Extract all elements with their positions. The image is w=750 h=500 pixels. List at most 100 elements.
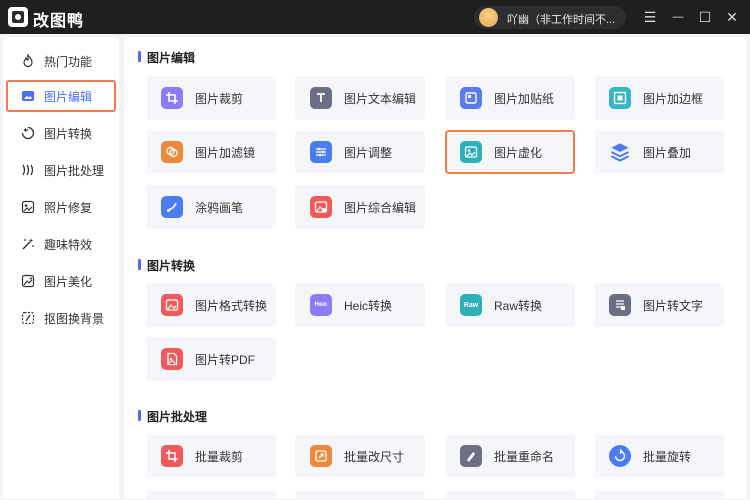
- menu-icon[interactable]: ☰: [640, 7, 660, 27]
- tool-card-filter[interactable]: 图片加滤镜: [146, 130, 276, 174]
- tool-label: 图片文本编辑: [344, 91, 417, 106]
- sidebar-item-label: 图片批处理: [44, 163, 105, 178]
- sidebar-item-image-edit[interactable]: 图片编辑: [6, 80, 116, 112]
- app-window: 热门功能 图片编辑 图片转换 图片批处理 照片修复 趣味特效 图片美化 抠图换背…: [0, 34, 750, 500]
- heic-icon: Heic: [310, 294, 332, 316]
- tool-card-brush[interactable]: 涂鸦画笔: [146, 185, 276, 229]
- filter-icon: [161, 141, 183, 163]
- sidebar-item-batch[interactable]: 图片批处理: [6, 154, 116, 186]
- composite-edit-icon: [310, 196, 332, 218]
- app-logo: [8, 7, 28, 27]
- tool-label: 图片转文字: [643, 298, 704, 313]
- tool-card-batch-rotate[interactable]: 批量旋转: [594, 434, 724, 478]
- tool-card-batch-crop[interactable]: 批量裁剪: [146, 434, 276, 478]
- tool-card-batch-resize[interactable]: 批量改尺寸: [295, 434, 425, 478]
- tool-label: 图片调整: [344, 145, 393, 160]
- sidebar-item-label: 趣味特效: [44, 237, 93, 252]
- sidebar-item-fun-effects[interactable]: 趣味特效: [6, 228, 116, 260]
- tool-label: 图片格式转换: [195, 298, 268, 313]
- sidebar-item-image-convert[interactable]: 图片转换: [6, 117, 116, 149]
- crop-icon: [161, 87, 183, 109]
- tool-label: 批量改尺寸: [344, 449, 405, 464]
- text-edit-icon: [310, 87, 332, 109]
- tool-label: 图片转PDF: [195, 352, 256, 367]
- image-edit-icon: [21, 89, 35, 103]
- title-bar: 改图鸭 吖幽（非工作时间不... ☰ — ☐ ✕: [0, 0, 750, 34]
- sticker-icon: [460, 87, 482, 109]
- batch-rename-icon: [460, 445, 482, 467]
- section-title-image-edit: 图片编辑: [138, 49, 195, 66]
- tool-label: 批量重命名: [494, 449, 555, 464]
- convert-icon: [21, 126, 35, 140]
- frame-icon: [609, 87, 631, 109]
- sidebar-item-label: 图片编辑: [44, 89, 93, 104]
- sidebar-item-hot[interactable]: 热门功能: [6, 45, 116, 77]
- tool-card-blur[interactable]: 图片虚化: [445, 130, 575, 174]
- cutout-icon: [21, 311, 35, 325]
- tool-label: Heic转换: [344, 298, 393, 313]
- tool-label: 批量裁剪: [195, 449, 244, 464]
- tool-card-heic[interactable]: Heic Heic转换: [295, 283, 425, 327]
- tool-label: 图片虚化: [494, 145, 543, 160]
- tool-card-overlay[interactable]: 图片叠加: [594, 130, 724, 174]
- tool-card-partial[interactable]: [295, 490, 425, 499]
- avatar[interactable]: [479, 8, 498, 27]
- batch-resize-icon: [310, 445, 332, 467]
- batch-icon: [21, 163, 35, 177]
- adjust-icon: [310, 141, 332, 163]
- pdf-icon: [161, 348, 183, 370]
- brush-icon: [161, 196, 183, 218]
- flame-icon: [21, 54, 35, 68]
- main-content: 图片编辑 图片裁剪 图片文本编辑 图片加贴纸 图片加边框 图片加滤镜 图片调整 …: [124, 37, 747, 499]
- raw-icon: Raw: [460, 294, 482, 316]
- tool-card-image-to-text[interactable]: 图片转文字: [594, 283, 724, 327]
- tool-label: 图片加贴纸: [494, 91, 555, 106]
- sidebar-item-label: 照片修复: [44, 200, 93, 215]
- tool-card-raw[interactable]: Raw Raw转换: [445, 283, 575, 327]
- tool-card-crop[interactable]: 图片裁剪: [146, 76, 276, 120]
- sidebar-item-label: 热门功能: [44, 54, 93, 69]
- minimize-button[interactable]: —: [668, 7, 688, 27]
- batch-crop-icon: [161, 445, 183, 467]
- tool-card-format-convert[interactable]: 图片格式转换: [146, 283, 276, 327]
- tool-label: 图片加边框: [643, 91, 704, 106]
- tool-label: 图片加滤镜: [195, 145, 256, 160]
- user-account[interactable]: 吖幽（非工作时间不...: [474, 6, 626, 29]
- sidebar-item-cutout[interactable]: 抠图换背景: [6, 302, 116, 334]
- tool-card-text-edit[interactable]: 图片文本编辑: [295, 76, 425, 120]
- tool-label: 批量旋转: [643, 449, 692, 464]
- batch-rotate-icon: [609, 445, 631, 467]
- tool-label: Raw转换: [494, 298, 543, 313]
- tool-label: 图片裁剪: [195, 91, 244, 106]
- magic-wand-icon: [21, 237, 35, 251]
- tool-card-partial[interactable]: [445, 490, 575, 499]
- maximize-button[interactable]: ☐: [695, 7, 715, 27]
- tool-card-batch-rename[interactable]: 批量重命名: [445, 434, 575, 478]
- tool-card-partial[interactable]: [146, 490, 276, 499]
- sidebar-item-label: 图片美化: [44, 274, 93, 289]
- tool-label: 涂鸦画笔: [195, 200, 244, 215]
- user-name: 吖幽（非工作时间不...: [507, 14, 616, 26]
- section-title-image-convert: 图片转换: [138, 257, 195, 274]
- repair-icon: [21, 200, 35, 214]
- sidebar-item-photo-repair[interactable]: 照片修复: [6, 191, 116, 223]
- beautify-icon: [21, 274, 35, 288]
- tool-card-partial[interactable]: [594, 490, 724, 499]
- sidebar-item-beautify[interactable]: 图片美化: [6, 265, 116, 297]
- blur-icon: [460, 141, 482, 163]
- tool-card-frame[interactable]: 图片加边框: [594, 76, 724, 120]
- app-name: 改图鸭: [33, 13, 85, 30]
- tool-card-adjust[interactable]: 图片调整: [295, 130, 425, 174]
- sidebar-item-label: 抠图换背景: [44, 311, 105, 326]
- tool-label: 图片综合编辑: [344, 200, 417, 215]
- format-convert-icon: [161, 294, 183, 316]
- tool-card-to-pdf[interactable]: 图片转PDF: [146, 337, 276, 381]
- image-to-text-icon: [609, 294, 631, 316]
- tool-label: 图片叠加: [643, 145, 692, 160]
- sidebar: 热门功能 图片编辑 图片转换 图片批处理 照片修复 趣味特效 图片美化 抠图换背…: [3, 37, 119, 499]
- tool-card-composite-edit[interactable]: 图片综合编辑: [295, 185, 425, 229]
- sidebar-item-label: 图片转换: [44, 126, 93, 141]
- tool-card-sticker[interactable]: 图片加贴纸: [445, 76, 575, 120]
- close-button[interactable]: ✕: [722, 7, 742, 27]
- layers-icon: [609, 141, 631, 163]
